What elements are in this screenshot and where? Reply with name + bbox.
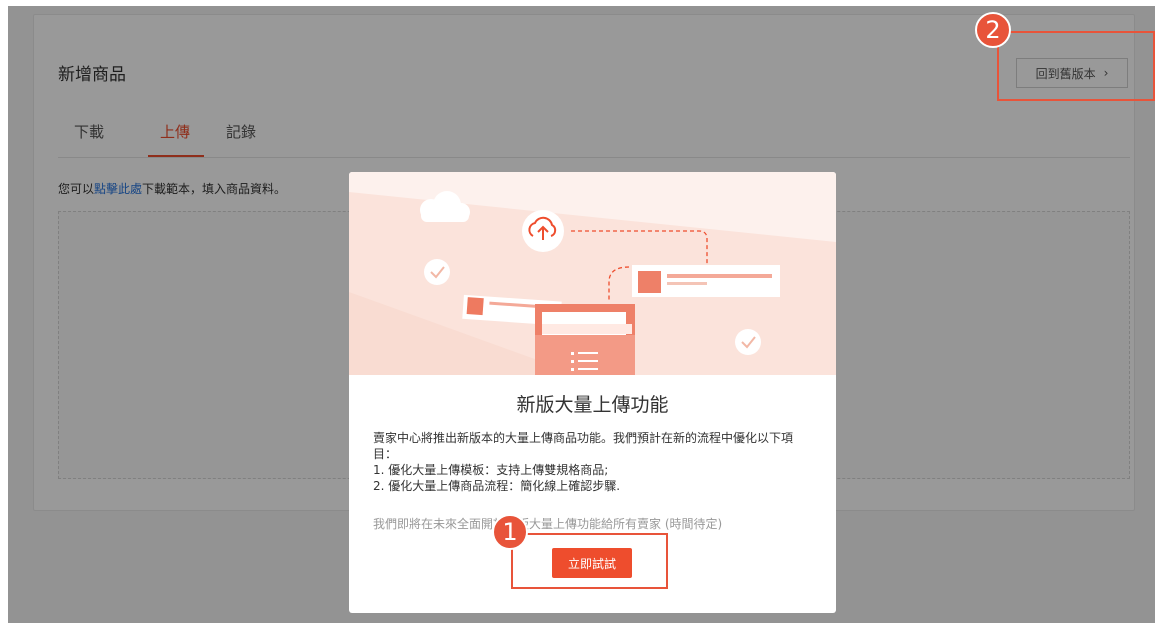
cloud-upload-icon (522, 210, 564, 252)
annotation-badge-1: 1 (492, 514, 528, 550)
modal-note: 我們即將在未來全面開放新版大量上傳功能給所有賣家 (時間待定) (373, 517, 723, 531)
modal-item-2: 2. 優化大量上傳商品流程：簡化線上確認步驟. (373, 479, 621, 493)
modal-description: 賣家中心將推出新版本的大量上傳商品功能。我們預計在新的流程中優化以下項目： 1.… (373, 430, 813, 494)
product-card-graphic (632, 265, 780, 297)
annotation-badge-2: 2 (975, 12, 1011, 48)
upload-illustration (349, 172, 836, 375)
modal-title: 新版大量上傳功能 (516, 394, 669, 416)
modal-intro: 賣家中心將推出新版本的大量上傳商品功能。我們預計在新的流程中優化以下項目： (373, 431, 794, 461)
modal-item-1: 1. 優化大量上傳模板：支持上傳雙規格商品; (373, 463, 609, 477)
annotation-box-1 (511, 533, 668, 589)
annotation-box-2 (997, 31, 1155, 101)
check-icon (735, 329, 761, 355)
folder-icon (535, 304, 635, 375)
check-icon (424, 259, 450, 285)
